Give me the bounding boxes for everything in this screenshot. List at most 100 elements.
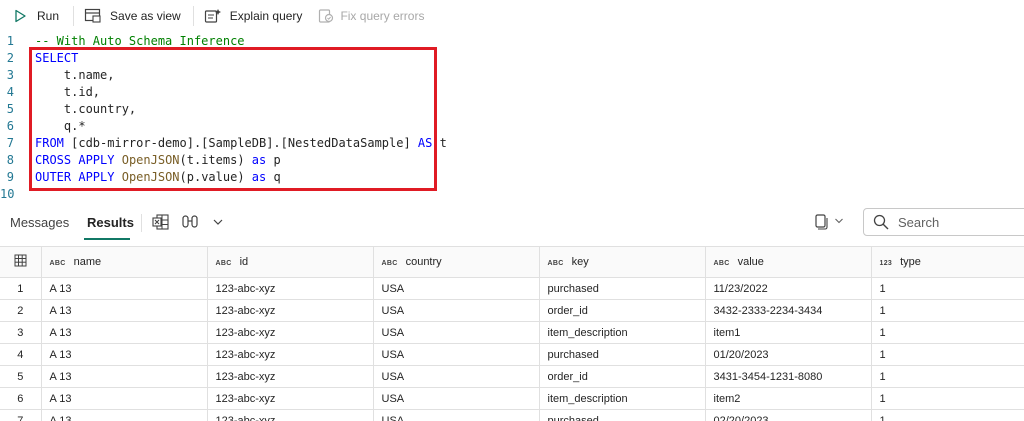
explain-query-button[interactable]: Explain query (204, 0, 303, 32)
cell-key[interactable]: item_description (539, 388, 705, 410)
column-header-name[interactable]: ABCname (41, 247, 207, 278)
cell-value[interactable]: 01/20/2023 (705, 344, 871, 366)
cell-country[interactable]: USA (373, 410, 539, 421)
code-text: CROSS APPLY OpenJSON(t.items) as p (35, 152, 281, 169)
cell-value[interactable]: 11/23/2022 (705, 278, 871, 300)
results-table: ABCnameABCidABCcountryABCkeyABCvalue123t… (0, 247, 1024, 421)
cell-key[interactable]: purchased (539, 278, 705, 300)
table-row[interactable]: 6A 13123-abc-xyzUSAitem_descriptionitem2… (0, 388, 1024, 410)
code-token: OUTER APPLY (35, 170, 114, 184)
save-as-view-label: Save as view (110, 9, 181, 23)
cell-type[interactable]: 1 (871, 366, 1024, 388)
code-text: t.id, (35, 84, 100, 101)
cell-type[interactable]: 1 (871, 322, 1024, 344)
cell-country[interactable]: USA (373, 366, 539, 388)
copy-icon[interactable] (813, 213, 829, 231)
column-name: country (406, 256, 442, 268)
cell-key[interactable]: order_id (539, 300, 705, 322)
save-view-icon (84, 8, 102, 24)
cell-key[interactable]: item_description (539, 322, 705, 344)
cell-type[interactable]: 1 (871, 388, 1024, 410)
column-header-value[interactable]: ABCvalue (705, 247, 871, 278)
search-input[interactable] (896, 214, 1020, 231)
cell-country[interactable]: USA (373, 388, 539, 410)
cell-key[interactable]: purchased (539, 344, 705, 366)
cell-id[interactable]: 123-abc-xyz (207, 300, 373, 322)
cell-id[interactable]: 123-abc-xyz (207, 388, 373, 410)
column-header-type[interactable]: 123type (871, 247, 1024, 278)
cell-id[interactable]: 123-abc-xyz (207, 410, 373, 421)
code-token: AS (418, 136, 432, 150)
code-token (114, 170, 121, 184)
fix-query-errors-button[interactable]: Fix query errors (318, 0, 424, 32)
code-token: p (266, 153, 280, 167)
row-number[interactable]: 5 (0, 366, 41, 388)
cell-value[interactable]: item1 (705, 322, 871, 344)
cell-country[interactable]: USA (373, 278, 539, 300)
results-search-box[interactable] (863, 208, 1024, 236)
table-row[interactable]: 1A 13123-abc-xyzUSApurchased11/23/20221 (0, 278, 1024, 300)
toolbar-divider (73, 6, 74, 26)
chevron-down-icon[interactable] (212, 216, 224, 228)
cell-name[interactable]: A 13 (41, 344, 207, 366)
results-grid: ABCnameABCidABCcountryABCkeyABCvalue123t… (0, 246, 1024, 421)
cell-name[interactable]: A 13 (41, 410, 207, 421)
tab-messages[interactable]: Messages (10, 215, 69, 230)
column-header-key[interactable]: ABCkey (539, 247, 705, 278)
column-header-id[interactable]: ABCid (207, 247, 373, 278)
save-as-view-button[interactable]: Save as view (84, 0, 181, 32)
line-number: 2 (0, 50, 14, 67)
table-row[interactable]: 3A 13123-abc-xyzUSAitem_descriptionitem1… (0, 322, 1024, 344)
excel-icon[interactable] (152, 213, 170, 231)
cell-key[interactable]: order_id (539, 366, 705, 388)
code-token: -- With Auto Schema Inference (35, 34, 245, 48)
cell-value[interactable]: 3431-3454-1231-8080 (705, 366, 871, 388)
play-icon (13, 9, 27, 23)
cell-value[interactable]: 3432-2333-2234-3434 (705, 300, 871, 322)
row-number[interactable]: 4 (0, 344, 41, 366)
cell-name[interactable]: A 13 (41, 322, 207, 344)
cell-id[interactable]: 123-abc-xyz (207, 278, 373, 300)
column-header-country[interactable]: ABCcountry (373, 247, 539, 278)
row-number[interactable]: 6 (0, 388, 41, 410)
table-row[interactable]: 2A 13123-abc-xyzUSAorder_id3432-2333-223… (0, 300, 1024, 322)
row-number[interactable]: 2 (0, 300, 41, 322)
chevron-down-icon[interactable] (834, 216, 844, 226)
line-number: 8 (0, 152, 14, 169)
cell-id[interactable]: 123-abc-xyz (207, 366, 373, 388)
cell-id[interactable]: 123-abc-xyz (207, 344, 373, 366)
cell-value[interactable]: 02/20/2023 (705, 410, 871, 421)
cell-country[interactable]: USA (373, 300, 539, 322)
code-token: FROM (35, 136, 64, 150)
select-all-header[interactable] (0, 247, 41, 278)
tab-results[interactable]: Results (87, 215, 134, 230)
row-number[interactable]: 1 (0, 278, 41, 300)
sql-editor[interactable]: 1-- With Auto Schema Inference2SELECT3 t… (0, 32, 1024, 202)
binoculars-icon[interactable] (181, 213, 199, 231)
run-button[interactable]: Run (13, 0, 59, 32)
cell-type[interactable]: 1 (871, 344, 1024, 366)
cell-name[interactable]: A 13 (41, 300, 207, 322)
code-text: SELECT (35, 50, 78, 67)
code-token: SELECT (35, 51, 78, 65)
table-row[interactable]: 7A 13123-abc-xyzUSApurchased02/20/20231 (0, 410, 1024, 421)
cell-name[interactable]: A 13 (41, 388, 207, 410)
cell-type[interactable]: 1 (871, 300, 1024, 322)
row-number[interactable]: 7 (0, 410, 41, 421)
row-number[interactable]: 3 (0, 322, 41, 344)
cell-country[interactable]: USA (373, 322, 539, 344)
cell-key[interactable]: purchased (539, 410, 705, 421)
cell-country[interactable]: USA (373, 344, 539, 366)
cell-type[interactable]: 1 (871, 278, 1024, 300)
cell-name[interactable]: A 13 (41, 366, 207, 388)
table-row[interactable]: 4A 13123-abc-xyzUSApurchased01/20/20231 (0, 344, 1024, 366)
column-name: type (900, 256, 921, 268)
code-token: t.id, (35, 85, 100, 99)
code-token: as (252, 170, 266, 184)
cell-type[interactable]: 1 (871, 410, 1024, 421)
table-row[interactable]: 5A 13123-abc-xyzUSAorder_id3431-3454-123… (0, 366, 1024, 388)
code-token: t.country, (35, 102, 136, 116)
cell-value[interactable]: item2 (705, 388, 871, 410)
cell-name[interactable]: A 13 (41, 278, 207, 300)
cell-id[interactable]: 123-abc-xyz (207, 322, 373, 344)
